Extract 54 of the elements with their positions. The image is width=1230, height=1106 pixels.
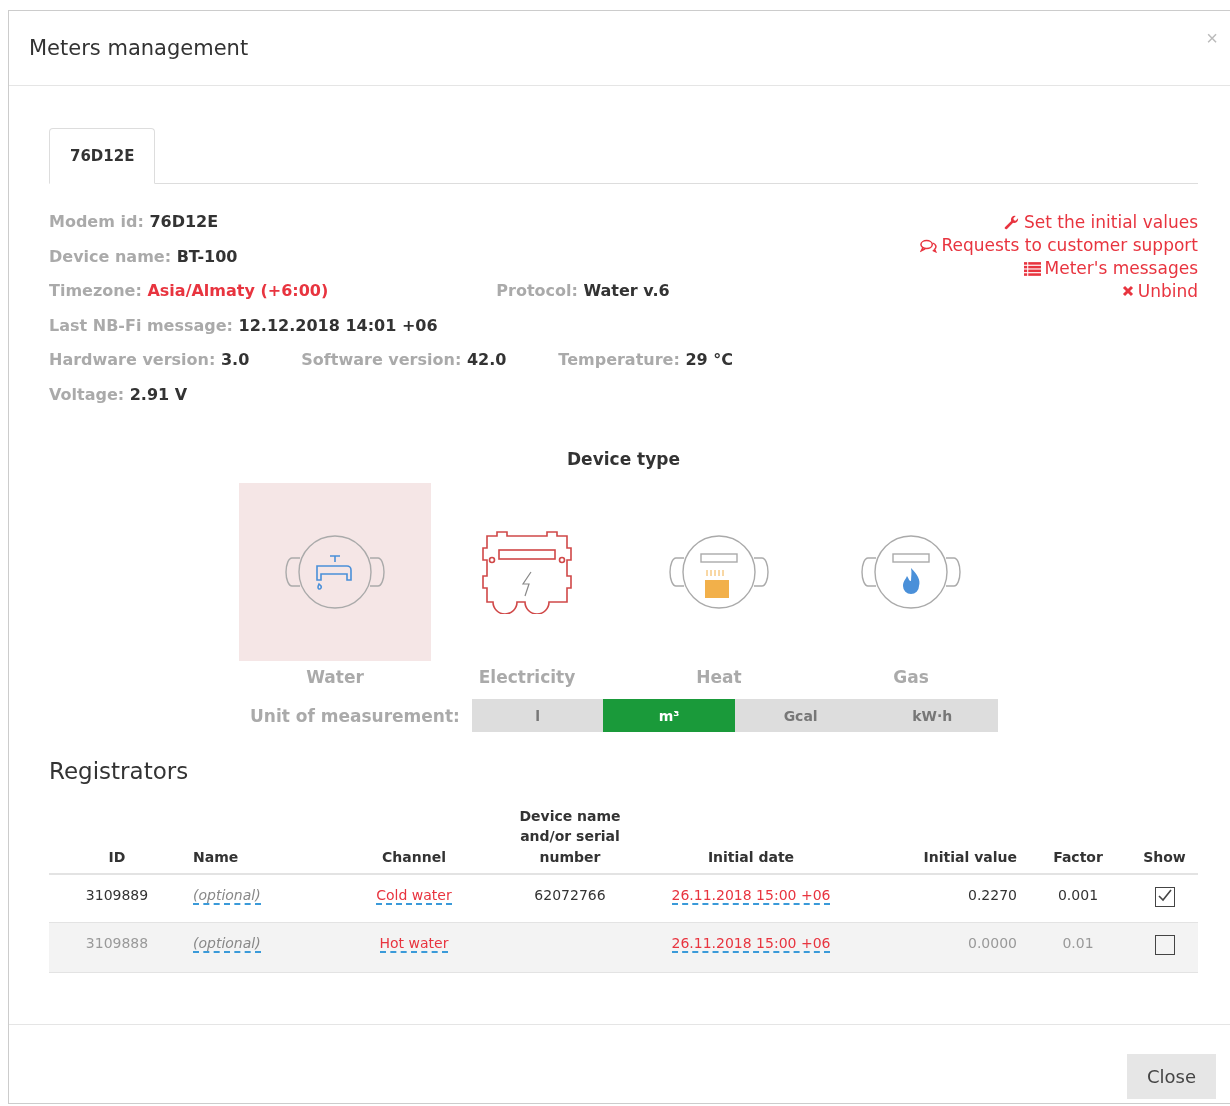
section-title: Device type xyxy=(566,449,681,469)
column-header: Device name and/or serial number xyxy=(497,800,643,874)
channel-link[interactable]: Hot water xyxy=(379,934,449,953)
info-field: Timezone: Asia/Almaty (+6:00) xyxy=(49,281,329,316)
unit-option[interactable]: Gcal xyxy=(734,699,867,732)
unit-label: Unit of measurement: xyxy=(250,705,460,726)
column-header: Name xyxy=(185,800,331,874)
info-field: Temperature: 29 °C xyxy=(558,350,733,385)
show-checkbox[interactable] xyxy=(1154,886,1175,907)
wrench-icon xyxy=(1002,214,1020,230)
close-button[interactable]: × xyxy=(1206,27,1218,50)
unit-option[interactable]: l xyxy=(471,699,604,732)
table-cell: 0.2270 xyxy=(968,886,1017,903)
cross-icon xyxy=(1121,285,1134,297)
initial-date-link[interactable]: 26.11.2018 15:00 +06 xyxy=(671,934,831,953)
info-field: Voltage: 2.91 V xyxy=(49,384,188,419)
action-link[interactable]: Set the initial values xyxy=(1002,212,1198,232)
column-header: ID xyxy=(49,800,185,874)
info-field: Hardware version: 3.0 xyxy=(49,350,250,385)
list-icon xyxy=(1023,260,1041,276)
info-field: Protocol: Water v.6 xyxy=(496,281,670,316)
close-button[interactable]: Close xyxy=(1126,1054,1216,1099)
device-type-option[interactable]: Heat xyxy=(623,483,815,687)
unit-option[interactable]: m³ xyxy=(603,699,735,732)
info-field: Modem id: 76D12E xyxy=(49,212,219,247)
action-link[interactable]: Meter's messages xyxy=(1023,258,1198,278)
column-header: Initial value xyxy=(859,800,1025,874)
column-header: Initial date xyxy=(643,800,859,874)
table-cell: 0.001 xyxy=(1057,886,1099,903)
column-header: Channel xyxy=(331,800,497,874)
table-cell: 62072766 xyxy=(534,886,606,903)
device-type-option[interactable]: Gas xyxy=(815,483,1007,687)
table-cell: 0.0000 xyxy=(968,934,1017,951)
column-header: Show xyxy=(1131,800,1198,874)
column-header: Factor xyxy=(1025,800,1131,874)
initial-date-link[interactable]: 26.11.2018 15:00 +06 xyxy=(671,886,831,905)
channel-link[interactable]: Cold water xyxy=(376,886,452,905)
speech-bubbles-icon xyxy=(920,237,938,253)
action-link[interactable]: Unbind xyxy=(1121,281,1198,301)
section-heading: Registrators xyxy=(49,758,190,784)
show-checkbox[interactable] xyxy=(1154,934,1175,955)
info-field: Device name: BT-100 xyxy=(49,246,238,281)
info-field: Last NB-Fi message: 12.12.2018 14:01 +06 xyxy=(49,315,438,350)
unit-option[interactable]: kW·h xyxy=(866,699,998,732)
info-field: Software version: 42.0 xyxy=(301,350,507,385)
action-link[interactable]: Requests to customer support xyxy=(920,235,1198,255)
table-cell: 3109888 xyxy=(85,934,149,951)
table-cell: 0.01 xyxy=(1062,934,1094,951)
device-type-option[interactable]: Electricity xyxy=(431,483,623,687)
window-title: Meters management xyxy=(29,36,249,60)
editable-name-link[interactable]: (optional) xyxy=(193,934,261,953)
tab[interactable]: 76D12E xyxy=(49,128,156,184)
editable-name-link[interactable]: (optional) xyxy=(193,886,261,905)
table-cell: 3109889 xyxy=(85,886,149,903)
